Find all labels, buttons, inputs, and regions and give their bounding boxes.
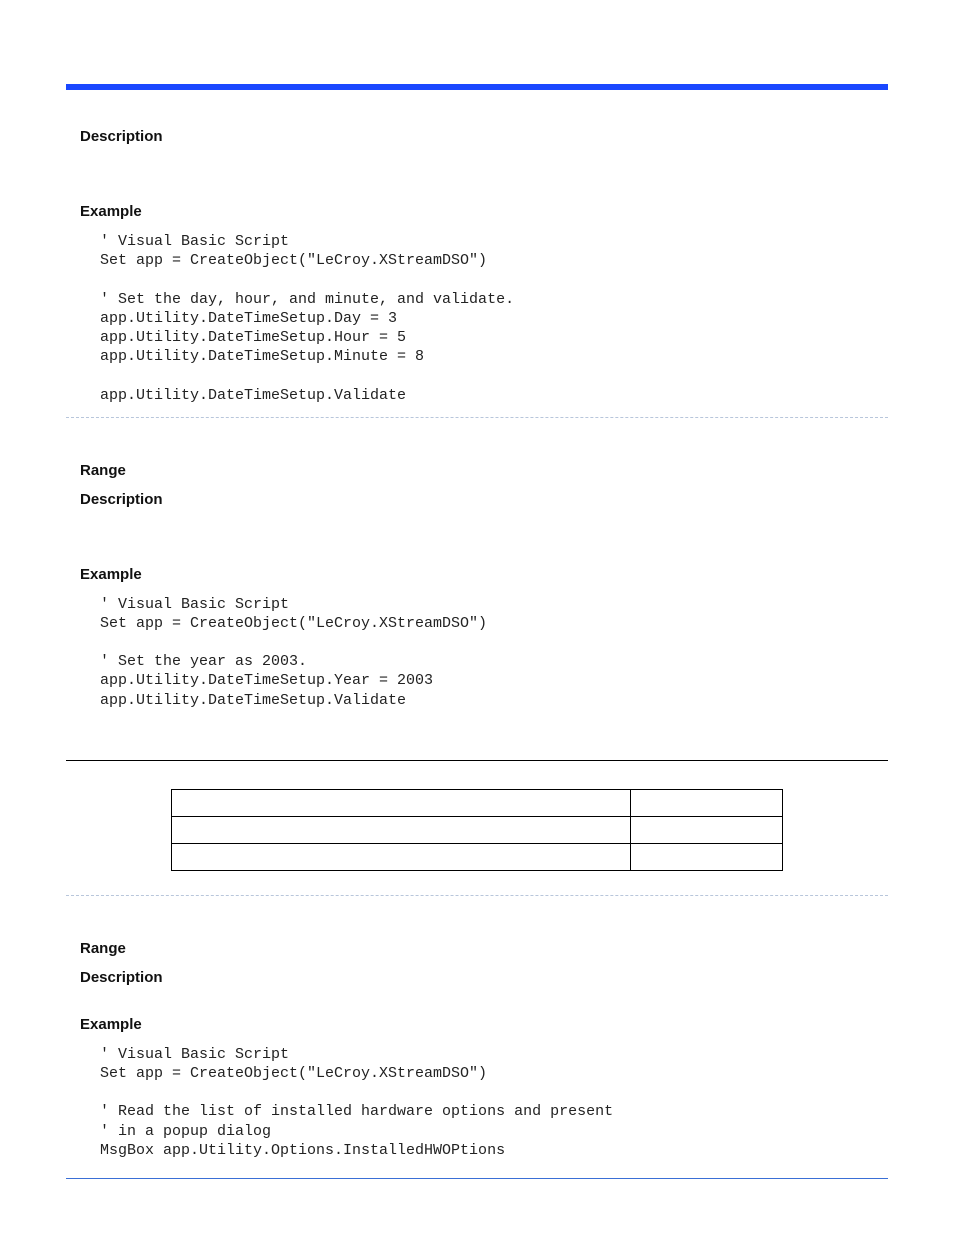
bottom-blue-rule: [66, 1178, 888, 1179]
top-blue-rule: [66, 84, 888, 90]
content-area-3: Range Description Example ' Visual Basic…: [66, 940, 888, 1160]
content-area-2: Range Description Example ' Visual Basic…: [66, 462, 888, 710]
code-block-1: ' Visual Basic Script Set app = CreateOb…: [100, 232, 888, 405]
table-cell: [630, 843, 782, 870]
table-cell: [630, 816, 782, 843]
table-row: [172, 789, 783, 816]
heading-description-3: Description: [80, 969, 888, 986]
heading-example-2: Example: [80, 566, 888, 583]
table-cell: [630, 789, 782, 816]
solid-separator: [66, 760, 888, 761]
code-block-2: ' Visual Basic Script Set app = CreateOb…: [100, 595, 888, 710]
table-cell: [172, 789, 631, 816]
table-row: [172, 816, 783, 843]
table-row: [172, 843, 783, 870]
heading-description-2: Description: [80, 491, 888, 508]
heading-example-3: Example: [80, 1016, 888, 1033]
heading-range-1: Range: [80, 462, 888, 479]
dotted-separator-2: [66, 895, 888, 896]
content-area: Description Example ' Visual Basic Scrip…: [66, 128, 888, 405]
heading-example-1: Example: [80, 203, 888, 220]
table-cell: [172, 816, 631, 843]
dotted-separator-1: [66, 417, 888, 418]
table-cell: [172, 843, 631, 870]
options-table: [171, 789, 783, 871]
heading-description-1: Description: [80, 128, 888, 145]
heading-range-2: Range: [80, 940, 888, 957]
document-page: Description Example ' Visual Basic Scrip…: [66, 0, 888, 1199]
code-block-3: ' Visual Basic Script Set app = CreateOb…: [100, 1045, 888, 1160]
